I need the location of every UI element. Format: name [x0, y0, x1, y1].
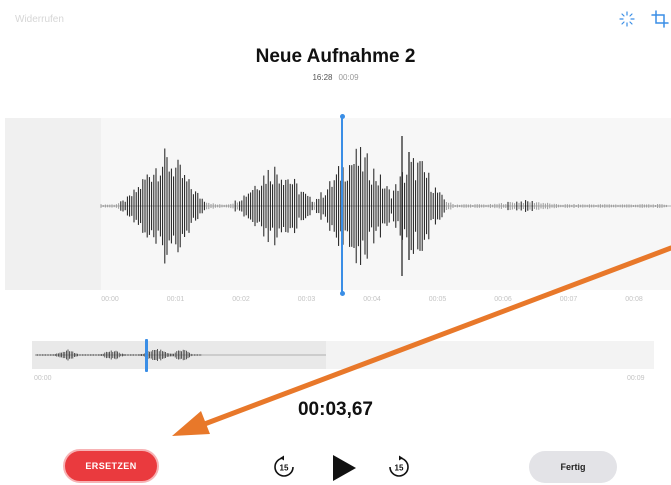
undo-button[interactable]: Widerrufen — [15, 14, 64, 25]
crop-icon[interactable] — [651, 10, 669, 28]
recording-title: Neue Aufnahme 2 — [255, 46, 416, 67]
timeline-tick-label: 00:02 — [232, 296, 250, 303]
overview-playhead[interactable] — [145, 339, 148, 372]
skip-back-label: 15 — [280, 464, 289, 473]
recording-meta: 16:28 00:09 — [0, 73, 671, 82]
skip-forward-15-icon[interactable]: 15 — [387, 455, 411, 479]
timeline-tick-label: 00:03 — [297, 296, 316, 303]
timeline-tick-label: 00:07 — [559, 296, 578, 303]
recording-duration: 00:09 — [338, 73, 359, 82]
timeline-tick-label: 00:04 — [363, 296, 381, 303]
timeline-tick-label: 00:00 — [101, 296, 119, 303]
main-waveform — [100, 136, 671, 276]
enhance-icon[interactable] — [618, 10, 636, 28]
timeline-ruler: 00:00 00:01 00:02 00:03 00:04 00:05 00:06 00:07… — [0, 296, 671, 308]
timeline-tick-label: 00:05 — [428, 296, 447, 303]
overview-waveform — [35, 348, 326, 362]
skip-forward-label: 15 — [395, 464, 404, 473]
timeline-tick-label: 00:08 — [625, 296, 643, 303]
timeline-tick-label: 00:01 — [166, 296, 185, 303]
skip-back-15-icon[interactable]: 15 — [272, 455, 296, 479]
overview-start-label: 00:00 — [34, 375, 52, 382]
playhead-bottom-handle[interactable] — [339, 291, 345, 296]
playhead[interactable] — [341, 117, 343, 295]
recording-time: 16:28 — [312, 73, 333, 82]
play-icon[interactable] — [330, 453, 358, 483]
overview-end-label: 00:09 — [627, 375, 645, 382]
done-button[interactable]: Fertig — [529, 451, 617, 483]
replace-button[interactable]: ERSETZEN — [63, 449, 159, 483]
playhead-top-handle[interactable] — [339, 114, 345, 119]
overview-scrubber[interactable] — [32, 341, 654, 369]
timeline-tick-label: 00:06 — [494, 296, 512, 303]
current-time: 00:03,67 — [297, 399, 373, 420]
